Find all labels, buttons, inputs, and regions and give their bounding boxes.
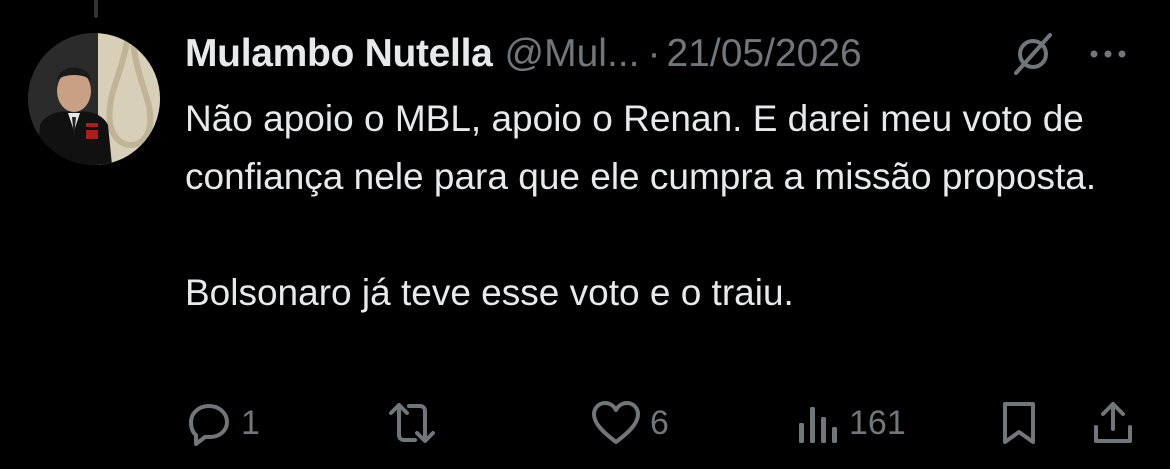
bookmark-button[interactable]	[997, 395, 1041, 451]
like-count: 6	[650, 403, 669, 442]
views-count: 161	[849, 403, 906, 442]
repost-icon	[389, 403, 435, 443]
reply-button[interactable]: 1	[185, 395, 260, 451]
views-icon	[799, 407, 837, 443]
reply-count: 1	[241, 403, 260, 442]
tweet-timestamp[interactable]: 21/05/2026	[666, 32, 861, 76]
repost-button[interactable]	[385, 395, 447, 451]
bookmark-icon	[1003, 402, 1035, 444]
share-button[interactable]	[1090, 395, 1136, 451]
share-icon	[1094, 402, 1132, 443]
tweet-header: Mulambo Nutella @Mul... · 21/05/2026	[185, 28, 1130, 80]
tweet-actions-bar: 1 6 161	[0, 395, 1170, 451]
avatar[interactable]	[28, 33, 160, 165]
more-icon[interactable]	[1086, 32, 1130, 76]
like-button[interactable]: 6	[590, 395, 669, 451]
heart-icon	[592, 401, 640, 444]
views-button[interactable]: 161	[795, 395, 906, 451]
tweet-paragraph: Não apoio o MBL, apoio o Renan. E darei …	[185, 98, 1097, 197]
avatar-photo-icon	[28, 33, 160, 165]
author-handle[interactable]: @Mul...	[505, 32, 640, 76]
reply-icon	[189, 404, 229, 446]
thread-connector-line	[94, 0, 98, 18]
header-separator: ·	[647, 32, 661, 75]
author-display-name[interactable]: Mulambo Nutella	[185, 32, 493, 76]
header-actions	[1010, 28, 1130, 80]
tweet-text: Não apoio o MBL, apoio o Renan. E darei …	[185, 90, 1145, 322]
grok-icon[interactable]	[1010, 31, 1056, 77]
tweet-paragraph: Bolsonaro já teve esse voto e o traiu.	[185, 272, 794, 313]
